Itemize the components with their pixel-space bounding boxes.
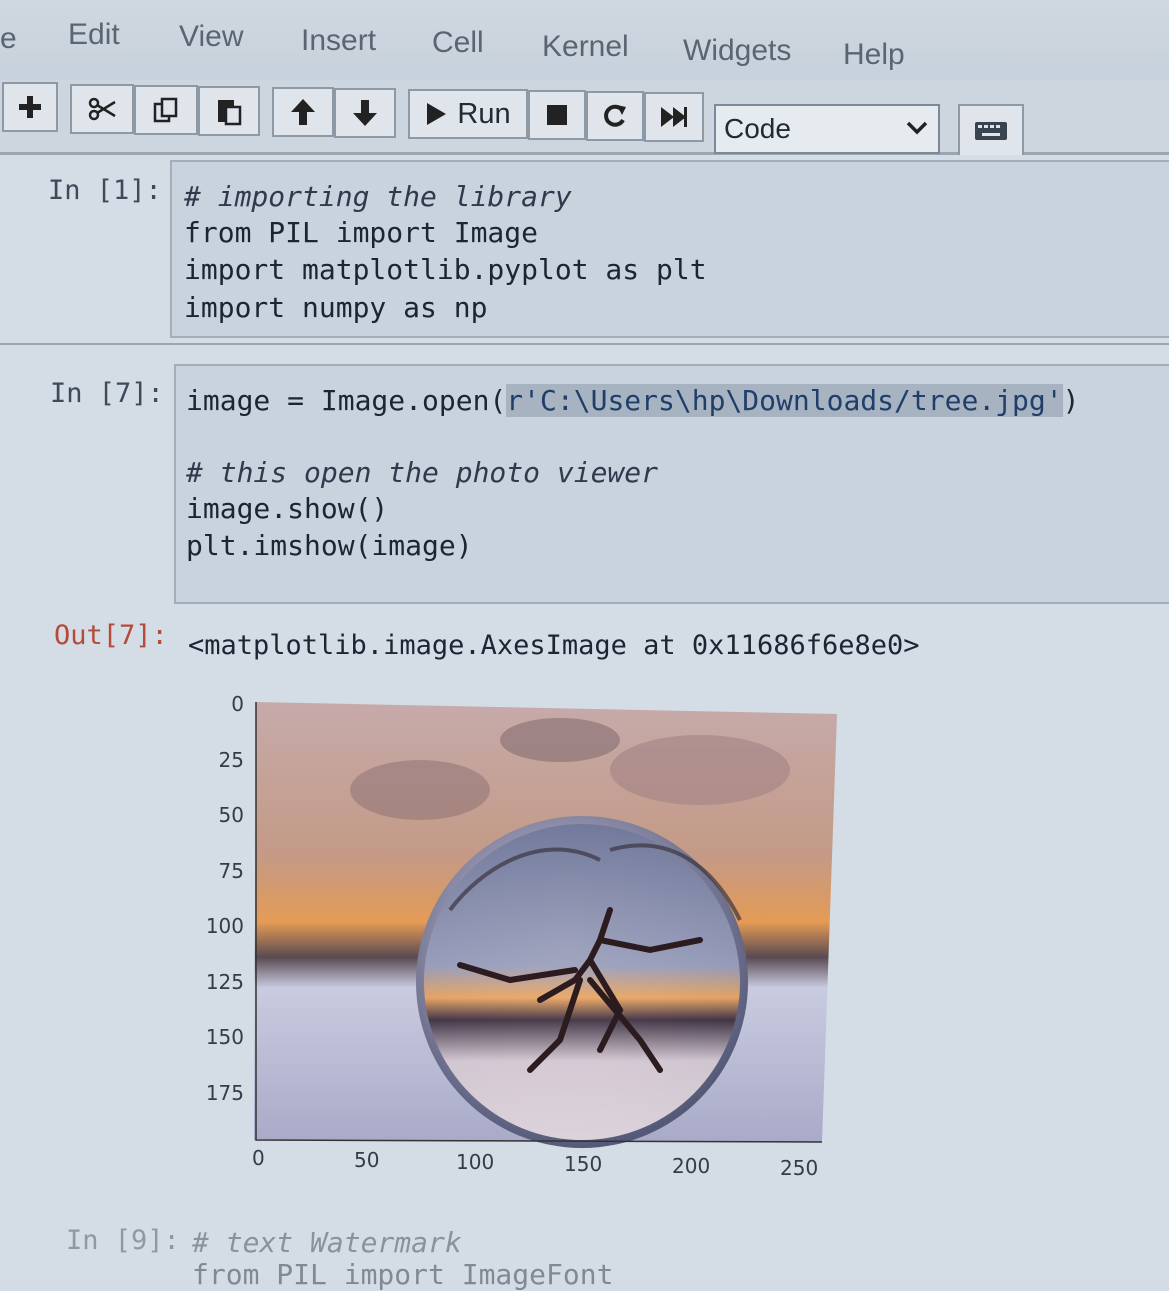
stop-icon (547, 105, 567, 125)
menu-widgets[interactable]: Widgets (683, 34, 791, 68)
y-tick-label: 75 (218, 858, 244, 883)
restart-button[interactable] (586, 91, 644, 141)
x-tick-label: 200 (672, 1154, 711, 1178)
cell-1-line-4: import numpy as np (184, 291, 488, 324)
interrupt-button[interactable] (528, 90, 586, 140)
y-tick-label: 125 (205, 969, 244, 994)
y-tick-label: 25 (218, 747, 244, 772)
x-tick-label: 150 (564, 1152, 603, 1176)
x-tick-label: 100 (456, 1150, 495, 1174)
cell-2-line-1: image = Image.open(r'C:\Users\hp\Downloa… (186, 384, 1079, 417)
cell-2-line-2: # this open the photo viewer (186, 456, 659, 489)
copy-button[interactable] (134, 85, 198, 135)
cell-1-prompt: In [1]: (48, 175, 162, 206)
y-tick-label: 0 (231, 692, 244, 716)
cell-type-select[interactable]: Code (714, 104, 940, 154)
cell-3-line-1: # text Watermark (192, 1226, 462, 1259)
cell-1-line-1: # importing the library (184, 180, 572, 213)
plus-icon (19, 96, 41, 118)
output-prompt: Out[7]: (54, 620, 168, 651)
y-tick-label: 100 (205, 914, 244, 938)
menu-insert[interactable]: Insert (301, 24, 376, 58)
menu-cell[interactable]: Cell (432, 26, 484, 60)
photo-image (254, 702, 837, 1148)
move-down-button[interactable] (334, 88, 396, 138)
command-palette-button[interactable] (958, 104, 1024, 158)
cut-icon (88, 97, 116, 121)
run-button[interactable]: Run (408, 89, 528, 139)
cell-3-prompt: In [9]: (66, 1225, 180, 1256)
insert-cell-button[interactable] (2, 82, 58, 132)
output-text: <matplotlib.image.AxesImage at 0x11686f6… (188, 630, 920, 661)
cell-2-line-4: plt.imshow(image) (186, 529, 473, 562)
imshow-plot (254, 702, 837, 1148)
restart-icon (604, 104, 626, 127)
cell-2-prompt: In [7]: (50, 378, 164, 409)
run-label: Run (457, 97, 511, 130)
cell-2-line-3: image.show() (186, 492, 389, 525)
x-tick-label: 0 (252, 1146, 265, 1170)
menu-view[interactable]: View (179, 20, 243, 54)
cell-1-line-3: import matplotlib.pyplot as plt (184, 253, 707, 286)
menu-bar: e Edit View Insert Cell Kernel Widgets H… (0, 0, 1169, 82)
run-icon (427, 103, 447, 125)
x-tick-label: 250 (780, 1156, 819, 1180)
x-tick-label: 50 (354, 1148, 380, 1172)
fast-forward-icon (661, 107, 687, 127)
arrow-up-icon (291, 99, 315, 125)
keyboard-icon (975, 122, 1007, 140)
arrow-down-icon (353, 100, 377, 126)
menu-kernel[interactable]: Kernel (542, 30, 629, 64)
move-up-button[interactable] (272, 87, 334, 137)
y-tick-label: 50 (218, 803, 244, 827)
chevron-down-icon (906, 121, 928, 135)
paste-button[interactable] (198, 86, 260, 136)
code-close-paren: ) (1062, 384, 1080, 417)
cell-3-line-2: from PIL import ImageFont (192, 1258, 614, 1291)
copy-icon (153, 97, 178, 123)
cell-divider (0, 343, 1169, 345)
menu-edit[interactable]: Edit (68, 18, 120, 52)
y-tick-label: 150 (205, 1025, 244, 1049)
menu-item-file-partial[interactable]: e (0, 22, 17, 56)
cell-1-line-2: from PIL import Image (184, 216, 539, 249)
path-string-highlight: r'C:\Users\hp\Downloads/tree.jpg' (506, 384, 1063, 417)
y-tick-label: 175 (205, 1080, 244, 1105)
menu-help[interactable]: Help (843, 38, 905, 72)
cut-button[interactable] (70, 84, 134, 134)
code-open-call: image = Image.open( (186, 384, 507, 417)
cell-type-value: Code (724, 113, 791, 144)
restart-run-all-button[interactable] (644, 92, 704, 142)
paste-icon (218, 100, 242, 126)
